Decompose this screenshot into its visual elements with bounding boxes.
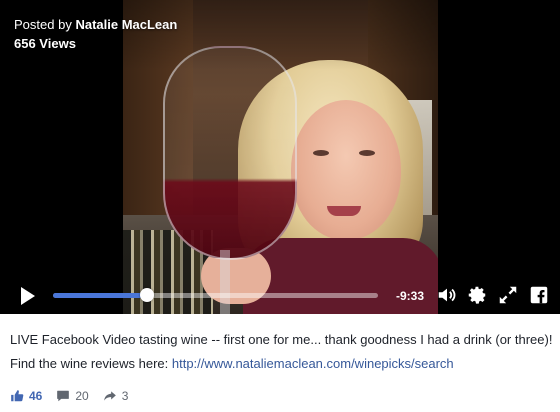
wine-glass (163, 46, 297, 260)
share-count: 3 (121, 389, 129, 403)
author-name[interactable]: Natalie MacLean (75, 17, 177, 32)
progress-track[interactable] (53, 288, 378, 302)
video-controls: -9:33 (0, 280, 560, 314)
person-mouth (327, 206, 361, 216)
video-player[interactable]: Posted by Natalie MacLean 656 Views -9:3… (0, 0, 560, 314)
fullscreen-icon[interactable] (497, 284, 519, 306)
reaction-bar: 46 20 3 (10, 386, 142, 406)
view-count: 656 Views (14, 36, 76, 51)
posted-by: Posted by Natalie MacLean (14, 15, 177, 34)
share-arrow-icon (103, 391, 116, 401)
volume-icon[interactable] (436, 284, 458, 306)
like-count: 46 (29, 389, 43, 403)
caption-link-prefix: Find the wine reviews here: (10, 356, 169, 371)
progress-fill (53, 293, 148, 298)
thumbs-up-icon (11, 390, 24, 402)
person-face (291, 100, 401, 240)
person-eye (359, 150, 375, 156)
post-caption: LIVE Facebook Video tasting wine -- firs… (10, 330, 555, 378)
share-button[interactable]: 3 (103, 389, 129, 403)
person-eye (313, 150, 329, 156)
post-meta: Posted by Natalie MacLean 656 Views (14, 15, 177, 53)
like-button[interactable]: 46 (10, 389, 42, 403)
time-remaining: -9:33 (396, 289, 425, 303)
facebook-icon[interactable] (528, 284, 550, 306)
wine-reviews-link[interactable]: http://www.nataliemaclean.com/winepicks/… (172, 356, 454, 371)
settings-gear-icon[interactable] (466, 284, 488, 306)
caption-line-2: Find the wine reviews here: http://www.n… (10, 354, 555, 374)
progress-thumb[interactable] (140, 288, 155, 302)
posted-by-prefix: Posted by (14, 17, 72, 32)
comment-button[interactable]: 20 (56, 389, 89, 403)
comment-count: 20 (75, 389, 89, 403)
comment-icon (57, 390, 70, 402)
caption-line-1: LIVE Facebook Video tasting wine -- firs… (10, 332, 553, 347)
play-icon[interactable] (21, 287, 35, 305)
